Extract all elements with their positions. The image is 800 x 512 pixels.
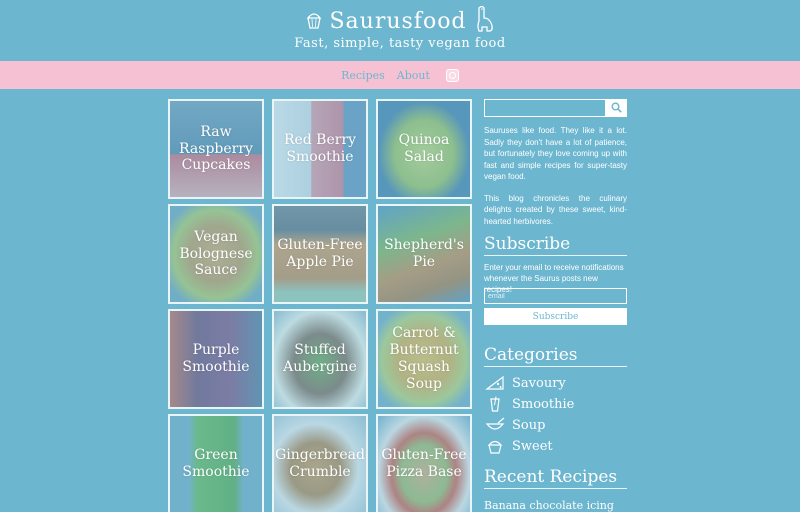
cupcake-icon — [484, 437, 506, 455]
soup-bowl-icon — [484, 416, 506, 434]
recipe-card-red-berry-smoothie[interactable]: Red Berry Smoothie — [272, 99, 368, 199]
recipe-title: Purple Smoothie — [182, 342, 250, 375]
site-header: Saurusfood Fast, simple, tasty vegan foo… — [0, 0, 800, 60]
recipe-card-stuffed-aubergine[interactable]: Stuffed Aubergine — [272, 309, 368, 409]
recipe-card-quinoa-salad[interactable]: Quinoa Salad — [376, 99, 472, 199]
recipe-title: Gluten-Free Pizza Base — [381, 447, 467, 480]
category-label: Soup — [512, 417, 546, 433]
category-item-sweet[interactable]: Sweet — [484, 436, 627, 456]
logo[interactable]: Saurusfood — [0, 4, 800, 38]
about-blurb: Sauruses like food. They like it a lot. … — [484, 125, 627, 227]
main-nav: Recipes About — [0, 61, 800, 89]
email-field[interactable] — [484, 288, 627, 304]
category-item-savoury[interactable]: Savoury — [484, 373, 627, 393]
recipe-title: Raw Raspberry Cupcakes — [179, 123, 253, 174]
nav-about-link[interactable]: About — [397, 69, 430, 82]
about-paragraph: Sauruses like food. They like it a lot. … — [484, 126, 627, 181]
category-item-soup[interactable]: Soup — [484, 415, 627, 435]
smoothie-glass-icon — [484, 395, 506, 413]
recipe-title: Gingerbread Crumble — [275, 447, 365, 480]
recipe-card-gluten-free-apple-pie[interactable]: Gluten-Free Apple Pie — [272, 204, 368, 304]
category-label: Smoothie — [512, 396, 575, 412]
nav-recipes-link[interactable]: Recipes — [341, 69, 385, 82]
dinosaur-logo-icon — [473, 4, 495, 38]
recipe-title: Green Smoothie — [182, 447, 250, 480]
pizza-slice-icon — [484, 374, 506, 392]
search-form — [484, 99, 627, 117]
recipe-card-gluten-free-pizza-base[interactable]: Gluten-Free Pizza Base — [376, 414, 472, 512]
recipe-title: Red Berry Smoothie — [283, 132, 357, 165]
recipe-card-shepherds-pie[interactable]: Shepherd's Pie — [376, 204, 472, 304]
recipe-card-vegan-bolognese-sauce[interactable]: Vegan Bolognese Sauce — [168, 204, 264, 304]
recent-recipes-heading: Recent Recipes — [484, 467, 627, 489]
recipe-title: Gluten-Free Apple Pie — [277, 237, 363, 270]
recipe-card-green-smoothie[interactable]: Green Smoothie — [168, 414, 264, 512]
recipe-title: Vegan Bolognese Sauce — [179, 228, 253, 279]
search-icon — [611, 101, 622, 116]
nav-band: Recipes About — [0, 61, 800, 89]
recipe-title: Carrot & Butternut Squash Soup — [389, 325, 459, 392]
recipe-title: Quinoa Salad — [398, 132, 450, 165]
recipe-card-gingerbread-crumble[interactable]: Gingerbread Crumble — [272, 414, 368, 512]
recipe-card-raw-raspberry-cupcakes[interactable]: Raw Raspberry Cupcakes — [168, 99, 264, 199]
subscribe-heading: Subscribe — [484, 234, 627, 256]
recipe-card-carrot-butternut-squash-soup[interactable]: Carrot & Butternut Squash Soup — [376, 309, 472, 409]
site-tagline: Fast, simple, tasty vegan food — [294, 36, 506, 51]
recipe-title: Stuffed Aubergine — [283, 342, 357, 375]
subscribe-button[interactable]: Subscribe — [484, 308, 627, 325]
site-title[interactable]: Saurusfood — [329, 9, 466, 34]
about-paragraph: This blog chronicles the culinary deligh… — [484, 193, 627, 226]
categories-heading: Categories — [484, 345, 627, 367]
search-button[interactable] — [606, 99, 627, 117]
instagram-icon[interactable] — [445, 68, 459, 82]
category-item-smoothie[interactable]: Smoothie — [484, 394, 627, 414]
recipe-card-purple-smoothie[interactable]: Purple Smoothie — [168, 309, 264, 409]
category-label: Sweet — [512, 438, 553, 454]
search-input[interactable] — [484, 99, 606, 117]
recipe-title: Shepherd's Pie — [384, 237, 464, 270]
category-label: Savoury — [512, 375, 566, 391]
cupcake-logo-icon — [305, 8, 323, 34]
recent-recipe-link[interactable]: Banana chocolate icing — [484, 499, 627, 512]
